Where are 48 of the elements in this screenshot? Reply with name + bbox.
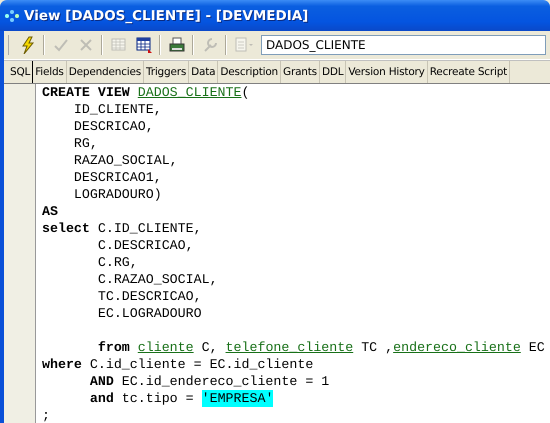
code-text: LOGRADOURO): [72, 186, 162, 203]
tab[interactable]: SQL: [8, 61, 34, 83]
sql-keyword: and: [88, 390, 114, 407]
sql-keyword: select: [42, 220, 90, 237]
code-text: ID_CLIENTE,: [72, 101, 162, 118]
tab[interactable]: Dependencies: [66, 61, 144, 83]
code-text: TC.DESCRICAO,: [96, 288, 202, 305]
string-literal: 'EMPRESA': [202, 390, 274, 407]
tab[interactable]: Triggers: [144, 61, 190, 83]
code-text: DESCRICAO1,: [72, 169, 162, 186]
code-text: (: [242, 84, 250, 101]
table-name: telefone_cliente: [226, 339, 354, 356]
code-text: C.ID_CLIENTE,: [96, 220, 202, 237]
window-title: View [DADOS_CLIENTE] - [DEVMEDIA]: [24, 8, 308, 24]
calendar-grid-icon: [134, 36, 152, 54]
table-name: cliente: [138, 339, 194, 356]
code-text: C.id_cliente = EC.id_cliente: [88, 356, 314, 373]
table-name: endereco_cliente: [393, 339, 521, 356]
code-text: RG,: [72, 135, 98, 152]
code-text: RAZAO_SOCIAL,: [72, 152, 178, 169]
tab[interactable]: Data: [189, 61, 218, 83]
code-text: C,: [200, 339, 219, 356]
code-text: C.RG,: [96, 254, 138, 271]
tab[interactable]: Recreate Script: [428, 61, 510, 83]
sql-keyword: CREATE VIEW: [42, 84, 131, 101]
tab[interactable]: Grants: [281, 61, 320, 83]
table-name: DADOS_CLIENTE: [138, 84, 242, 101]
tab[interactable]: Fields: [33, 61, 67, 83]
object-name-field[interactable]: DADOS_CLIENTE: [261, 35, 546, 55]
code-text: EC.id_endereco_cliente = 1: [120, 373, 330, 390]
code-text: EC.LOGRADOURO: [96, 305, 202, 322]
tab[interactable]: Version History: [346, 61, 428, 83]
printer-icon: [168, 36, 186, 54]
code-text: C.DESCRICAO,: [96, 237, 194, 254]
sql-keyword: where: [42, 356, 82, 373]
sql-keyword: from: [96, 339, 131, 356]
view-icon: [4, 8, 20, 22]
sql-keyword: AND: [88, 373, 114, 390]
code-text: tc.tipo =: [120, 390, 195, 407]
code-text: EC: [528, 339, 545, 356]
code-text: DESCRICAO,: [72, 118, 154, 135]
code-text: ;: [42, 407, 50, 423]
tab[interactable]: Description: [218, 61, 282, 83]
tab[interactable]: DDL: [320, 61, 346, 83]
code-text: TC ,: [360, 339, 394, 356]
sql-keyword: AS: [42, 203, 58, 220]
document-icon: [233, 36, 255, 54]
code-text: C.RAZAO_SOCIAL,: [96, 271, 218, 288]
